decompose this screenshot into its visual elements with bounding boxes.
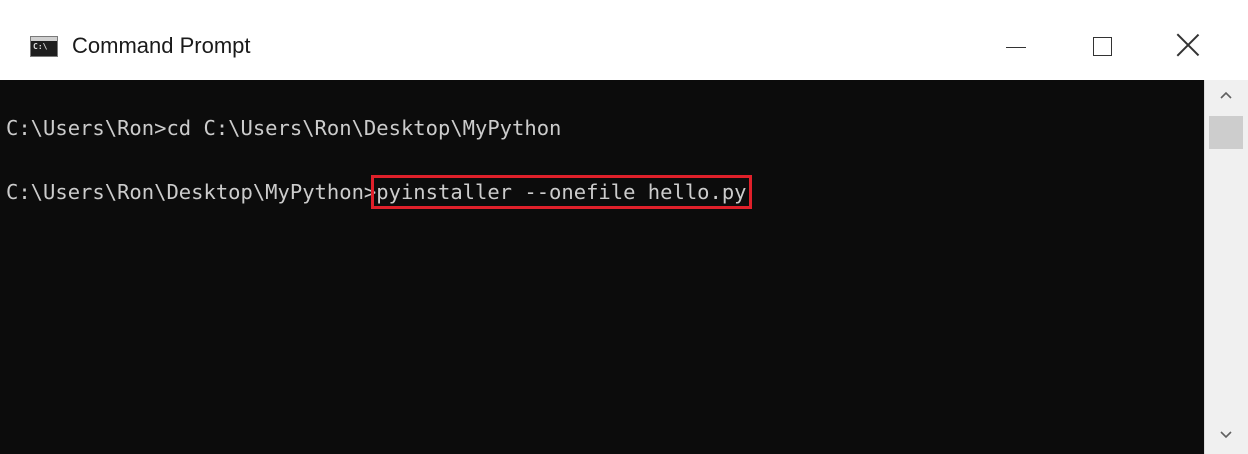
maximize-button[interactable] (1075, 20, 1135, 70)
chevron-down-icon (1220, 431, 1232, 439)
minimize-icon (1006, 47, 1026, 48)
scroll-up-button[interactable] (1205, 80, 1248, 114)
cmd-icon[interactable]: C:\ (30, 36, 58, 57)
console-output[interactable]: C:\Users\Ron>cd C:\Users\Ron\Desktop\MyP… (0, 80, 1204, 454)
cmd-icon-label: C:\ (33, 42, 48, 51)
chevron-up-icon (1220, 91, 1232, 99)
console-line-cd: C:\Users\Ron>cd C:\Users\Ron\Desktop\MyP… (6, 116, 562, 140)
minimize-button[interactable] (990, 20, 1050, 70)
scroll-thumb[interactable] (1209, 116, 1243, 149)
cmd-icon-titlebar (31, 37, 57, 41)
window-title: Command Prompt (72, 33, 251, 58)
vertical-scrollbar[interactable] (1204, 80, 1248, 454)
close-button[interactable] (1160, 20, 1220, 70)
console-prompt: C:\Users\Ron\Desktop\MyPython> (6, 180, 377, 204)
title-bar[interactable]: C:\ Command Prompt (0, 0, 1248, 80)
console-line-pyinstaller: C:\Users\Ron\Desktop\MyPython>pyinstalle… (6, 175, 752, 209)
highlighted-command: pyinstaller --onefile hello.py (371, 175, 752, 209)
maximize-icon (1093, 37, 1112, 56)
close-icon (1176, 33, 1200, 57)
command-prompt-window: C:\ Command Prompt C:\Users\Ron>cd C:\Us… (0, 0, 1248, 454)
scroll-down-button[interactable] (1205, 420, 1248, 454)
